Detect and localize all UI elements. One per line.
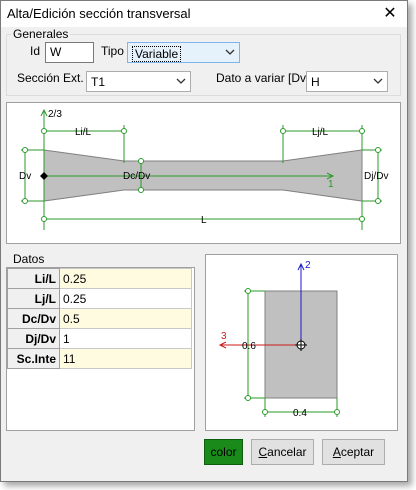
profile-diagram-panel: 2/3 Li/L Lj/L Dv Dc/Dv Dj/Dv 1 L [6, 102, 401, 244]
handle[interactable] [375, 147, 381, 153]
section-diagram: 2 3 0.6 0.4 [218, 260, 340, 419]
axis-1-label: 1 [328, 179, 334, 190]
tipo-label: Tipo [101, 44, 124, 58]
handle[interactable] [245, 395, 251, 401]
chevron-down-icon [176, 78, 186, 84]
datos-label: Datos [11, 252, 47, 266]
table-row: Lj/L 0.25 [7, 288, 192, 309]
accept-button[interactable]: Aceptar [322, 439, 385, 465]
handle[interactable] [375, 198, 381, 204]
seccion-value: T1 [91, 75, 106, 89]
dato-label: Dato a variar [Dv] [216, 71, 310, 85]
id-field[interactable]: W [45, 42, 94, 63]
row-value-cell[interactable]: 0.5 [59, 308, 192, 329]
handle[interactable] [138, 158, 144, 164]
datos-grid-panel: Li/L 0.25 Lj/L 0.25 Dc/Dv 0.5 Dj/Dv 1 Sc… [6, 267, 195, 431]
axis-2-label: 2 [305, 260, 311, 271]
table-row: Dj/Dv 1 [7, 328, 192, 349]
cancel-label-rest: ancelar [267, 445, 307, 459]
handle[interactable] [245, 288, 251, 294]
tipo-value: Variable [132, 46, 182, 62]
row-header: Dc/Dv [7, 308, 60, 329]
cancel-button[interactable]: Cancelar [251, 439, 314, 465]
datos-grid: Li/L 0.25 Lj/L 0.25 Dc/Dv 0.5 Dj/Dv 1 Sc… [7, 268, 192, 369]
title-bar: Alta/Edición sección transversal ✕ [1, 1, 407, 27]
row-value-cell[interactable]: 1 [59, 328, 192, 349]
handle[interactable] [121, 128, 127, 134]
row-value-cell[interactable]: 11 [59, 348, 192, 369]
dv-label: Dv [19, 171, 31, 182]
close-icon[interactable]: ✕ [373, 1, 407, 27]
axis-3-label: 3 [221, 331, 227, 342]
row-header: Dj/Dv [7, 328, 60, 349]
profile-diagram: 2/3 Li/L Lj/L Dv Dc/Dv Dj/Dv 1 L [19, 108, 388, 230]
cancel-mnemonic: C [258, 445, 268, 459]
l-label: L [201, 215, 207, 226]
dc-label: Dc/Dv [123, 171, 150, 182]
seccion-label: Sección Ext. I [17, 71, 91, 85]
handle[interactable] [41, 128, 47, 134]
handle[interactable] [359, 128, 365, 134]
row-header: Sc.Inte [7, 348, 60, 369]
dato-value: H [311, 75, 320, 89]
accept-label-rest: ceptar [340, 445, 375, 459]
seccion-dropdown[interactable]: T1 [86, 71, 191, 92]
generales-label: Generales [11, 27, 71, 41]
table-row: Li/L 0.25 [7, 268, 192, 289]
table-row: Sc.Inte 11 [7, 348, 192, 369]
accept-mnemonic: A [332, 445, 341, 459]
li-label: Li/L [75, 127, 92, 138]
row-header: Lj/L [7, 288, 60, 309]
handle[interactable] [334, 409, 340, 415]
color-button[interactable]: color [204, 439, 243, 465]
dato-dropdown[interactable]: H [306, 71, 388, 92]
chevron-down-icon [373, 78, 383, 84]
handle[interactable] [22, 198, 28, 204]
section-diagram-panel: 2 3 0.6 0.4 [205, 254, 398, 431]
handle[interactable] [262, 409, 268, 415]
dj-label: Dj/Dv [364, 171, 388, 182]
handle[interactable] [41, 216, 47, 222]
height-label: 0.6 [242, 341, 256, 352]
handle[interactable] [280, 128, 286, 134]
width-label: 0.4 [293, 408, 307, 419]
id-label: Id [30, 44, 41, 58]
handle[interactable] [22, 147, 28, 153]
top-axis-label: 2/3 [48, 109, 62, 120]
row-header: Li/L [7, 268, 60, 289]
chevron-down-icon [225, 49, 235, 55]
lj-label: Lj/L [312, 127, 329, 138]
row-value-cell[interactable]: 0.25 [59, 288, 192, 309]
row-value-cell[interactable]: 0.25 [59, 268, 192, 289]
tipo-dropdown[interactable]: Variable [127, 42, 240, 63]
dialog-window: Alta/Edición sección transversal ✕ Gener… [0, 0, 408, 482]
handle[interactable] [138, 187, 144, 193]
table-row: Dc/Dv 0.5 [7, 308, 192, 329]
window-title: Alta/Edición sección transversal [7, 6, 191, 21]
handle[interactable] [359, 216, 365, 222]
